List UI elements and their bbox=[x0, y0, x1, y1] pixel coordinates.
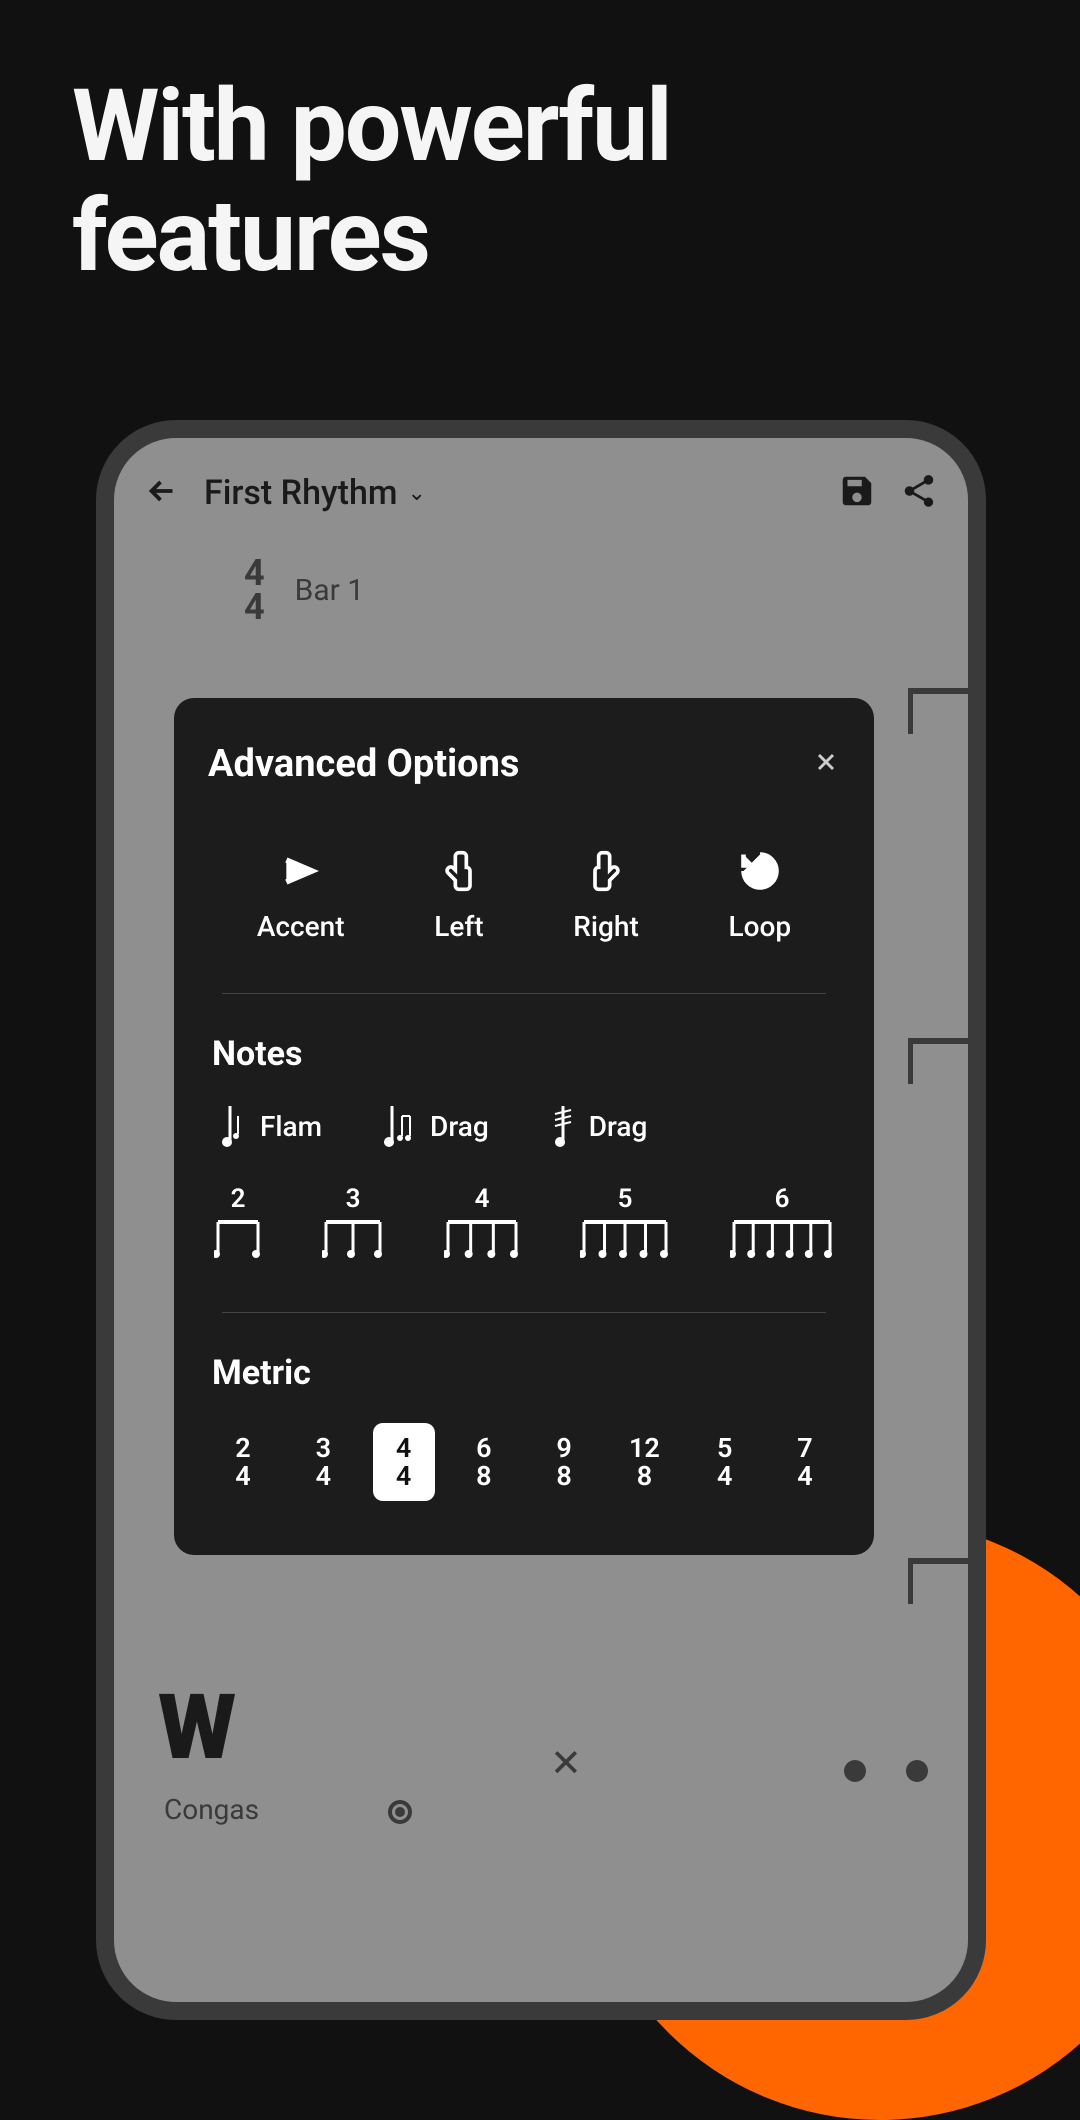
divider bbox=[222, 1312, 826, 1313]
tool-label: Right bbox=[573, 910, 639, 943]
grouping-label: 6 bbox=[775, 1184, 790, 1214]
metric-3-4[interactable]: 34 bbox=[292, 1423, 354, 1501]
metric-top: 2 bbox=[235, 1434, 250, 1462]
share-icon[interactable] bbox=[900, 472, 938, 514]
back-icon[interactable] bbox=[144, 473, 180, 513]
grouping-label: 2 bbox=[231, 1184, 246, 1214]
project-title[interactable]: First Rhythm ⌄ bbox=[204, 473, 426, 513]
beam-group-icon bbox=[214, 1218, 262, 1262]
grouping-4[interactable]: 4 bbox=[444, 1184, 520, 1262]
target-icon bbox=[388, 1800, 412, 1824]
background-notation bbox=[908, 1038, 986, 1084]
loop-tool[interactable]: Loop bbox=[728, 846, 791, 943]
metric-2-4[interactable]: 24 bbox=[212, 1423, 274, 1501]
metric-row: 24344468981285474 bbox=[208, 1423, 840, 1501]
metric-top: 5 bbox=[717, 1434, 732, 1462]
phone-frame: First Rhythm ⌄ 4 4 Bar 1 bbox=[96, 420, 986, 2020]
groupings-row: 2 3 4 5 6 bbox=[208, 1184, 840, 1262]
advanced-options-modal: Advanced Options Accent Left bbox=[174, 698, 874, 1555]
tool-label: Loop bbox=[728, 910, 791, 943]
metric-12-8[interactable]: 128 bbox=[613, 1423, 675, 1501]
metric-bottom: 8 bbox=[556, 1462, 571, 1490]
close-button[interactable] bbox=[812, 748, 840, 780]
hand-left-icon bbox=[437, 846, 481, 896]
metric-9-8[interactable]: 98 bbox=[533, 1423, 595, 1501]
time-sig-top: 4 bbox=[244, 556, 265, 590]
metric-bottom: 8 bbox=[637, 1462, 652, 1490]
beam-group-icon bbox=[322, 1218, 384, 1262]
metric-bottom: 8 bbox=[476, 1462, 491, 1490]
tool-row: Accent Left Right bbox=[208, 846, 840, 943]
right-hand-tool[interactable]: Right bbox=[573, 846, 639, 943]
accent-tool[interactable]: Accent bbox=[257, 846, 345, 943]
time-sig-bottom: 4 bbox=[244, 590, 265, 624]
metric-bottom: 4 bbox=[717, 1462, 732, 1490]
bar-label: Bar 1 bbox=[295, 573, 364, 608]
loop-icon bbox=[738, 846, 782, 896]
metric-top: 12 bbox=[629, 1434, 660, 1462]
beam-group-icon bbox=[580, 1218, 670, 1262]
note-label: Drag bbox=[430, 1110, 489, 1143]
note-label: Flam bbox=[260, 1110, 322, 1143]
metric-bottom: 4 bbox=[396, 1462, 411, 1490]
beam-group-icon bbox=[730, 1218, 834, 1262]
metric-top: 3 bbox=[316, 1434, 331, 1462]
grouping-label: 4 bbox=[475, 1184, 490, 1214]
hand-right-icon bbox=[584, 846, 628, 896]
app-header: First Rhythm ⌄ bbox=[114, 438, 968, 548]
metric-top: 9 bbox=[556, 1434, 571, 1462]
instrument-label: Congas bbox=[164, 1793, 259, 1826]
metric-4-4[interactable]: 44 bbox=[373, 1423, 435, 1501]
background-notation bbox=[908, 688, 986, 734]
metric-7-4[interactable]: 74 bbox=[774, 1423, 836, 1501]
metric-bottom: 4 bbox=[235, 1462, 250, 1490]
bottom-notation-row: ✕ bbox=[334, 1702, 986, 1802]
x-note-icon: ✕ bbox=[550, 1741, 582, 1786]
marketing-headline: With powerful features bbox=[0, 0, 1080, 292]
divider bbox=[222, 993, 826, 994]
grouping-5[interactable]: 5 bbox=[580, 1184, 670, 1262]
drag-note-1[interactable]: Drag bbox=[382, 1104, 489, 1148]
note-types-row: Flam Drag Drag bbox=[208, 1104, 840, 1148]
left-hand-tool[interactable]: Left bbox=[434, 846, 483, 943]
grouping-6[interactable]: 6 bbox=[730, 1184, 834, 1262]
metric-bottom: 4 bbox=[797, 1462, 812, 1490]
grouping-label: 5 bbox=[618, 1184, 633, 1214]
time-signature[interactable]: 4 4 bbox=[244, 556, 265, 624]
save-icon[interactable] bbox=[838, 472, 876, 514]
metric-top: 4 bbox=[396, 1434, 411, 1462]
metric-5-4[interactable]: 54 bbox=[694, 1423, 756, 1501]
drag-icon bbox=[382, 1104, 416, 1148]
flam-icon bbox=[218, 1104, 246, 1148]
bar-info: 4 4 Bar 1 bbox=[114, 556, 968, 624]
double-dot-icon bbox=[844, 1760, 928, 1782]
flam-note[interactable]: Flam bbox=[218, 1104, 322, 1148]
metric-top: 7 bbox=[797, 1434, 812, 1462]
beam-group-icon bbox=[444, 1218, 520, 1262]
drag-note-2[interactable]: Drag bbox=[549, 1104, 648, 1148]
drag-roll-icon bbox=[549, 1104, 575, 1148]
metric-6-8[interactable]: 68 bbox=[453, 1423, 515, 1501]
grouping-3[interactable]: 3 bbox=[322, 1184, 384, 1262]
modal-title: Advanced Options bbox=[208, 742, 519, 786]
app-screen: First Rhythm ⌄ 4 4 Bar 1 bbox=[114, 438, 968, 2002]
metric-top: 6 bbox=[476, 1434, 491, 1462]
tool-label: Accent bbox=[257, 910, 345, 943]
project-title-text: First Rhythm bbox=[204, 473, 397, 513]
metric-section-title: Metric bbox=[212, 1353, 840, 1393]
grouping-label: 3 bbox=[346, 1184, 361, 1214]
accent-icon bbox=[279, 846, 323, 896]
notes-section-title: Notes bbox=[212, 1034, 840, 1074]
background-notation bbox=[908, 1558, 986, 1604]
note-label: Drag bbox=[589, 1110, 648, 1143]
metric-bottom: 4 bbox=[316, 1462, 331, 1490]
tool-label: Left bbox=[434, 910, 483, 943]
grouping-2[interactable]: 2 bbox=[214, 1184, 262, 1262]
chevron-down-icon: ⌄ bbox=[407, 481, 425, 506]
instrument-glyph: W bbox=[158, 1675, 226, 1780]
